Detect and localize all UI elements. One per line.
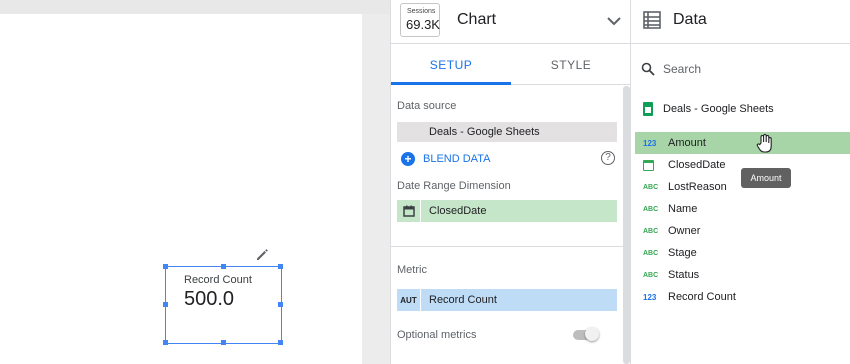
resize-handle[interactable] (163, 340, 168, 345)
resize-handle[interactable] (221, 264, 226, 269)
scorecard-label: Record Count (184, 274, 252, 286)
thumbnail-value: 69.3K (406, 17, 440, 32)
resize-handle[interactable] (221, 340, 226, 345)
field-stage[interactable]: ABC Stage (635, 242, 850, 264)
field-name: Status (668, 269, 700, 281)
field-name: Stage (668, 247, 697, 259)
optional-metrics-toggle[interactable] (573, 327, 599, 341)
canvas-top-strip (0, 0, 390, 14)
add-icon: + (401, 152, 415, 166)
optional-metrics-label: Optional metrics (397, 329, 477, 341)
resize-handle[interactable] (278, 302, 283, 307)
field-name: Owner (668, 225, 701, 237)
scorecard-chart[interactable]: Record Count 500.0 (163, 264, 283, 345)
calendar-icon (397, 200, 421, 222)
date-range-label: Date Range Dimension (397, 180, 511, 192)
data-header: Data (631, 0, 850, 44)
field-name: LostReason (668, 181, 727, 193)
search-icon (641, 62, 655, 76)
data-source-label: Data source (397, 100, 457, 112)
field-type-badge: ABC (643, 227, 659, 235)
field-status[interactable]: ABC Status (635, 264, 850, 286)
tab-setup[interactable]: SETUP (391, 45, 511, 85)
thumbnail-label: Sessions (407, 8, 436, 15)
chart-panel-title: Chart (457, 11, 497, 28)
field-type-badge: ABC (643, 183, 659, 191)
calendar-icon (635, 159, 665, 171)
search-input[interactable] (663, 62, 813, 76)
chart-type-thumbnail[interactable]: Sessions 69.3K (400, 3, 440, 37)
chevron-down-icon[interactable] (605, 12, 623, 30)
metric-field[interactable]: AUT Record Count (397, 289, 617, 311)
blend-data-label: BLEND DATA (423, 153, 491, 165)
field-name: Name (668, 203, 698, 215)
chart-header: Sessions 69.3K Chart (391, 0, 632, 44)
drag-tooltip: Amount (741, 168, 791, 188)
data-source-row[interactable]: Deals - Google Sheets (643, 102, 774, 116)
date-range-dimension-field[interactable]: ClosedDate (397, 200, 617, 222)
resize-handle[interactable] (163, 302, 168, 307)
field-owner[interactable]: ABC Owner (635, 220, 850, 242)
blend-data-button[interactable]: + BLEND DATA (401, 150, 490, 168)
field-name: ClosedDate (668, 159, 726, 171)
scrollbar[interactable] (623, 86, 630, 364)
field-type-badge: ABC (643, 205, 659, 213)
field-amount[interactable]: 123 Amount (635, 132, 850, 154)
toggle-knob (585, 327, 599, 341)
field-type-badge: ABC (643, 271, 659, 279)
resize-handle[interactable] (278, 264, 283, 269)
help-icon[interactable]: ? (601, 151, 615, 165)
field-name-item[interactable]: ABC Name (635, 198, 850, 220)
metric-value: Record Count (429, 294, 497, 306)
tab-style[interactable]: STYLE (511, 45, 631, 85)
resize-handle[interactable] (163, 264, 168, 269)
field-type-badge: ABC (643, 249, 659, 257)
report-canvas[interactable]: Record Count 500.0 (0, 0, 390, 364)
section-divider (391, 246, 623, 247)
metric-type-badge: AUT (397, 289, 421, 311)
list-icon (643, 11, 661, 29)
chart-properties-panel: Sessions 69.3K Chart SETUP STYLE Data so… (390, 0, 632, 364)
data-source-name: Deals - Google Sheets (663, 103, 774, 115)
resize-handle[interactable] (278, 340, 283, 345)
scorecard-value: 500.0 (184, 288, 235, 310)
data-source-field[interactable]: Deals - Google Sheets (397, 122, 617, 142)
field-list: 123 Amount ClosedDate ABC LostReason ABC… (635, 132, 850, 308)
field-record-count[interactable]: 123 Record Count (635, 286, 850, 308)
field-search (631, 58, 850, 80)
field-type-badge: 123 (643, 292, 657, 302)
field-type-badge: 123 (643, 138, 657, 148)
data-panel-title: Data (673, 11, 707, 28)
date-range-value: ClosedDate (429, 205, 487, 217)
pencil-icon[interactable] (254, 246, 270, 262)
field-name: Amount (668, 137, 706, 149)
sheets-icon (643, 102, 653, 116)
chart-tabs: SETUP STYLE (391, 45, 632, 85)
metric-label: Metric (397, 264, 427, 276)
hand-cursor-icon (756, 133, 772, 153)
active-tab-indicator (391, 82, 511, 85)
field-name: Record Count (668, 291, 736, 303)
